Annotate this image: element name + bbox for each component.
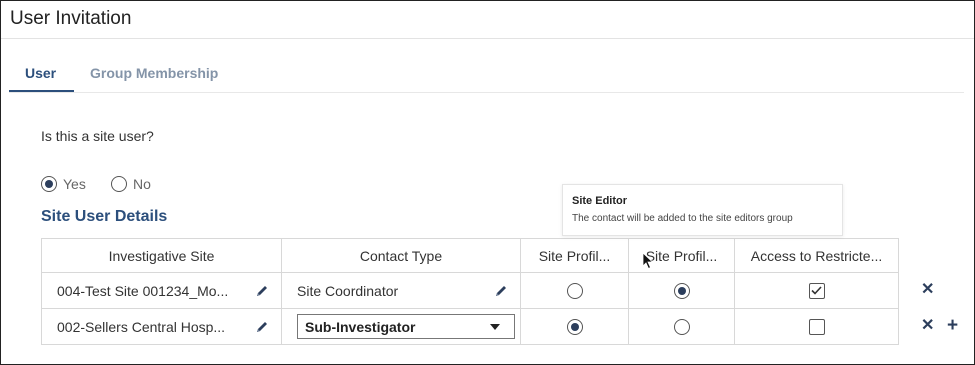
contact-type-select[interactable]: Sub-Investigator xyxy=(297,314,515,339)
radio-yes-label: Yes xyxy=(63,176,86,192)
table-row: 002-Sellers Central Hosp... Sub-Investig… xyxy=(41,308,899,345)
tab-user[interactable]: User xyxy=(25,65,56,81)
site-profile-1-radio[interactable] xyxy=(566,282,583,299)
pencil-icon[interactable] xyxy=(494,284,508,298)
contact-type-cell: Site Coordinator xyxy=(281,272,521,309)
site-user-question: Is this a site user? xyxy=(41,128,154,144)
site-profile-1-cell xyxy=(520,308,629,345)
contact-type-selected: Sub-Investigator xyxy=(305,318,416,335)
site-user-table: Investigative Site Contact Type Site Pro… xyxy=(41,238,899,345)
site-cell: 004-Test Site 001234_Mo... xyxy=(41,272,282,309)
col-access-restricted[interactable]: Access to Restricte... xyxy=(734,238,899,273)
site-profile-2-radio[interactable] xyxy=(673,318,690,335)
section-title: Site User Details xyxy=(41,208,168,225)
site-name: 002-Sellers Central Hosp... xyxy=(57,318,226,335)
tab-group-membership[interactable]: Group Membership xyxy=(90,65,218,81)
radio-yes[interactable]: Yes xyxy=(41,176,86,192)
plus-icon[interactable]: + xyxy=(947,316,958,335)
tabs-divider xyxy=(9,92,964,93)
site-name: 004-Test Site 001234_Mo... xyxy=(57,282,229,299)
check-icon xyxy=(811,286,822,295)
site-cell: 002-Sellers Central Hosp... xyxy=(41,308,282,345)
close-icon[interactable]: ✕ xyxy=(921,318,934,334)
site-profile-1-cell xyxy=(520,272,629,309)
tooltip-title: Site Editor xyxy=(572,195,628,207)
pencil-icon[interactable] xyxy=(255,320,269,334)
close-icon[interactable]: ✕ xyxy=(921,282,934,298)
contact-type-cell: Sub-Investigator xyxy=(281,308,521,345)
access-restricted-cell xyxy=(734,272,899,309)
access-restricted-cell xyxy=(734,308,899,345)
page-title: User Invitation xyxy=(10,8,132,29)
mouse-cursor-icon xyxy=(642,252,654,270)
radio-yes-button[interactable] xyxy=(41,176,57,192)
table-header-row: Investigative Site Contact Type Site Pro… xyxy=(41,238,899,273)
access-restricted-checkbox[interactable] xyxy=(808,282,825,299)
access-restricted-checkbox[interactable] xyxy=(808,318,825,335)
site-editor-tooltip: Site Editor The contact will be added to… xyxy=(562,184,843,236)
col-site-profile-1[interactable]: Site Profil... xyxy=(520,238,629,273)
radio-no-button[interactable] xyxy=(111,176,127,192)
table-row: 004-Test Site 001234_Mo... Site Coordina… xyxy=(41,272,899,309)
caret-down-icon xyxy=(490,323,500,330)
col-investigative-site[interactable]: Investigative Site xyxy=(41,238,282,273)
site-profile-2-radio[interactable] xyxy=(673,282,690,299)
radio-no-label: No xyxy=(133,176,151,192)
site-profile-2-cell xyxy=(628,308,735,345)
title-bar: User Invitation xyxy=(1,1,974,39)
contact-type-value: Site Coordinator xyxy=(297,282,399,299)
site-profile-2-cell xyxy=(628,272,735,309)
tooltip-body: The contact will be added to the site ed… xyxy=(572,213,793,224)
pencil-icon[interactable] xyxy=(255,284,269,298)
site-profile-1-radio[interactable] xyxy=(566,318,583,335)
radio-no[interactable]: No xyxy=(111,176,151,192)
dialog-frame: User Invitation User Group Membership Is… xyxy=(0,0,975,365)
col-contact-type[interactable]: Contact Type xyxy=(281,238,521,273)
